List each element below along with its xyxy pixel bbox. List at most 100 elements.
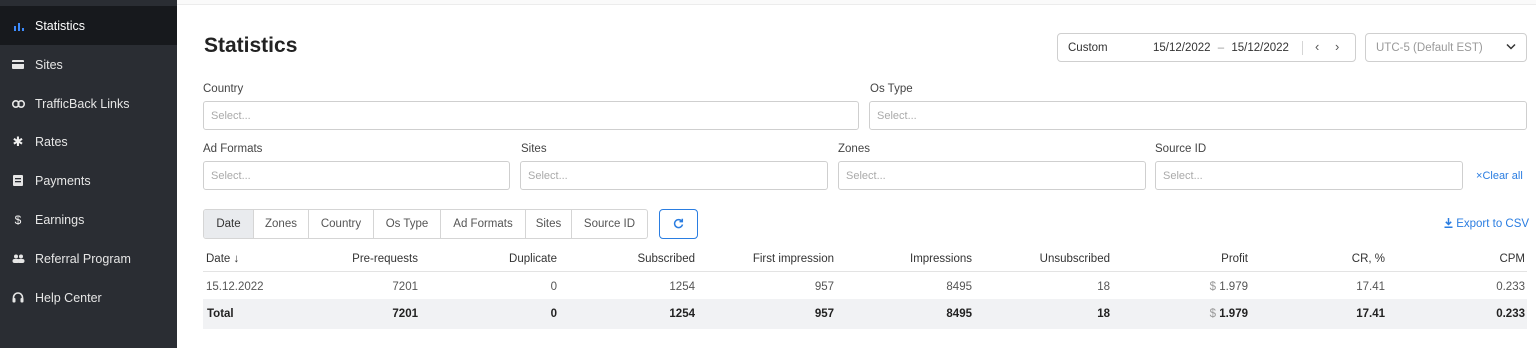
sidebar-item-rates[interactable]: ✱ Rates [0, 122, 177, 161]
tab-zones[interactable]: Zones [254, 210, 309, 238]
dollar-icon: $ [14, 212, 22, 227]
timezone-select[interactable]: UTC-5 (Default EST) [1365, 33, 1527, 62]
sort-down-icon: ↓ [233, 253, 240, 265]
chevron-down-icon [1506, 41, 1516, 53]
export-csv-button[interactable]: Export to CSV [1444, 218, 1529, 230]
profit-value: 1.979 [1219, 308, 1248, 320]
zones-select[interactable]: Select... [838, 161, 1146, 190]
column-header-subscribed[interactable]: Subscribed [637, 253, 695, 265]
sidebar-item-label: Earnings [35, 212, 85, 227]
page-title: Statistics [204, 34, 298, 57]
sidebar-item-earnings[interactable]: $ Earnings [0, 200, 177, 239]
column-header-impressions[interactable]: Impressions [910, 253, 972, 265]
chevron-left-icon[interactable]: ‹ [1315, 39, 1319, 54]
date-separator: – [1217, 41, 1225, 54]
total-label: Total [207, 308, 234, 320]
date-range-picker[interactable]: Custom 15/12/2022 – 15/12/2022 ‹ › [1057, 33, 1356, 62]
sites-select[interactable]: Select... [520, 161, 828, 190]
total-cpm: 0.233 [1496, 308, 1525, 320]
total-duplicate: 0 [550, 308, 557, 320]
cell-cr: 17.41 [1356, 281, 1385, 293]
date-start: 15/12/2022 [1153, 41, 1211, 54]
timezone-value: UTC-5 (Default EST) [1376, 41, 1483, 54]
document-icon [10, 175, 26, 186]
os-type-select[interactable]: Select... [869, 101, 1527, 130]
header-label: Date [206, 253, 231, 265]
cell-duplicate: 0 [550, 281, 557, 293]
top-divider [177, 0, 1536, 5]
download-icon [1444, 218, 1456, 230]
chevron-right-icon[interactable]: › [1335, 39, 1339, 54]
sidebar-item-trafficback-links[interactable]: TrafficBack Links [0, 84, 177, 123]
column-header-cpm[interactable]: CPM [1499, 253, 1525, 265]
link-icon [10, 99, 26, 108]
cell-cpm: 0.233 [1496, 281, 1525, 293]
divider [1302, 41, 1303, 55]
date-end: 15/12/2022 [1231, 41, 1289, 54]
country-select[interactable]: Select... [203, 101, 859, 130]
ad-formats-label: Ad Formats [203, 143, 263, 155]
date-preset[interactable]: Custom [1068, 42, 1108, 54]
total-cr: 17.41 [1356, 308, 1385, 320]
cell-pre-requests: 7201 [392, 281, 418, 293]
zones-placeholder: Select... [846, 169, 886, 182]
date-range-value[interactable]: 15/12/2022 – 15/12/2022 [1153, 42, 1289, 54]
clear-all-button[interactable]: ×Clear all [1476, 170, 1523, 182]
cell-subscribed: 1254 [669, 281, 695, 293]
column-header-profit[interactable]: Profit [1221, 253, 1248, 265]
cell-first-impression: 957 [814, 281, 834, 293]
total-profit: $ 1.979 [1210, 308, 1248, 320]
gear-icon: ✱ [12, 133, 24, 149]
cell-profit: $ 1.979 [1210, 281, 1248, 293]
table-divider [203, 271, 1527, 272]
sidebar-item-statistics[interactable]: Statistics [0, 6, 177, 45]
sidebar-item-label: Payments [35, 173, 91, 188]
bar-chart-icon [10, 21, 26, 31]
tab-source-id[interactable]: Source ID [572, 210, 647, 238]
users-icon [10, 254, 26, 263]
source-id-placeholder: Select... [1163, 169, 1203, 182]
ad-formats-placeholder: Select... [211, 169, 251, 182]
tab-sites[interactable]: Sites [526, 210, 572, 238]
sidebar-item-sites[interactable]: Sites [0, 45, 177, 84]
country-label: Country [203, 83, 244, 95]
column-header-duplicate[interactable]: Duplicate [509, 253, 557, 265]
column-header-unsubscribed[interactable]: Unsubscribed [1040, 253, 1110, 265]
source-id-select[interactable]: Select... [1155, 161, 1463, 190]
column-header-date[interactable]: Date ↓ [206, 253, 239, 265]
column-header-cr[interactable]: CR, % [1352, 253, 1385, 265]
sidebar-item-label: Sites [35, 57, 63, 72]
sidebar-item-referral-program[interactable]: Referral Program [0, 239, 177, 278]
sidebar: Statistics Sites TrafficBack Links ✱ Rat… [0, 0, 177, 348]
currency-symbol: $ [1209, 308, 1217, 320]
refresh-icon [673, 217, 684, 232]
export-label: Export to CSV [1456, 218, 1530, 230]
total-pre-requests: 7201 [392, 308, 418, 320]
total-unsubscribed: 18 [1097, 308, 1110, 320]
cell-unsubscribed: 18 [1097, 281, 1110, 293]
os-type-label: Os Type [870, 83, 913, 95]
sidebar-item-payments[interactable]: Payments [0, 161, 177, 200]
total-subscribed: 1254 [669, 308, 695, 320]
sidebar-item-label: TrafficBack Links [35, 96, 130, 111]
tab-os-type[interactable]: Os Type [374, 210, 441, 238]
sites-label: Sites [521, 143, 547, 155]
total-first-impression: 957 [814, 308, 834, 320]
tab-country[interactable]: Country [309, 210, 374, 238]
zones-label: Zones [838, 143, 870, 155]
headset-icon [10, 292, 26, 303]
tab-date[interactable]: Date [204, 210, 254, 238]
sidebar-item-label: Help Center [35, 290, 102, 305]
tab-ad-formats[interactable]: Ad Formats [441, 210, 526, 238]
clear-all-label: Clear all [1482, 170, 1523, 182]
sidebar-item-label: Rates [35, 134, 68, 149]
sidebar-item-label: Referral Program [35, 251, 131, 266]
column-header-pre-requests[interactable]: Pre-requests [352, 253, 418, 265]
column-header-first-impression[interactable]: First impression [753, 253, 834, 265]
group-by-tabs: Date Zones Country Os Type Ad Formats Si… [203, 209, 648, 239]
sidebar-item-help-center[interactable]: Help Center [0, 278, 177, 317]
ad-formats-select[interactable]: Select... [203, 161, 510, 190]
sites-placeholder: Select... [528, 169, 568, 182]
currency-symbol: $ [1209, 281, 1217, 293]
refresh-button[interactable] [659, 209, 698, 239]
